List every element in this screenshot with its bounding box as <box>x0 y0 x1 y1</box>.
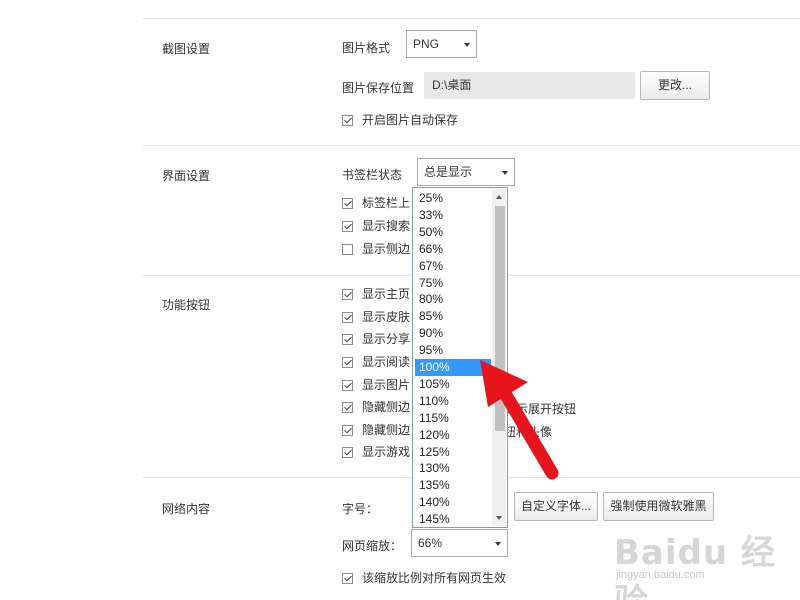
format-value: PNG <box>413 37 440 51</box>
function-option-checkbox[interactable] <box>342 447 353 458</box>
format-select[interactable]: PNG <box>406 30 477 58</box>
divider-1 <box>143 145 800 146</box>
font-size-label: 字号： <box>342 502 379 516</box>
zoom-option[interactable]: 140% <box>415 494 491 511</box>
force-yahei-button[interactable]: 强制使用微软雅黑 <box>603 492 714 521</box>
change-location-button[interactable]: 更改... <box>640 71 710 100</box>
function-option-checkbox[interactable] <box>342 402 353 413</box>
zoom-option[interactable]: 67% <box>415 258 491 275</box>
function-option-label: 显示阅读 <box>362 355 411 369</box>
function-option-label: 显示分享 <box>362 332 411 346</box>
zoom-option[interactable]: 90% <box>415 325 491 342</box>
auto-save-checkbox[interactable] <box>342 115 353 126</box>
zoom-select[interactable]: 66% <box>411 529 508 557</box>
function-option-checkbox[interactable] <box>342 289 353 300</box>
watermark-url: jingyan.baidu.com <box>616 569 705 581</box>
section-title-interface: 界面设置 <box>162 169 211 183</box>
interface-option-label: 显示搜索 <box>362 219 411 233</box>
scroll-down-icon[interactable] <box>496 516 502 520</box>
function-option-label: 显示游戏 <box>362 445 411 459</box>
function-option-checkbox[interactable] <box>342 334 353 345</box>
function-option-label: 隐藏侧边 <box>362 423 411 437</box>
apply-all-label: 该缩放比例对所有网页生效 <box>362 571 507 585</box>
tabbar-status-value: 总是显示 <box>424 165 473 179</box>
auto-save-label: 开启图片自动保存 <box>362 113 459 127</box>
interface-option-checkbox[interactable] <box>342 198 353 209</box>
save-location-label: 图片保存位置 <box>342 81 415 95</box>
interface-option-label: 标签栏上 <box>362 196 411 210</box>
function-option-label: 显示皮肤 <box>362 310 411 324</box>
divider-top <box>143 18 800 19</box>
section-title-screenshot: 截图设置 <box>162 42 211 56</box>
interface-option-checkbox[interactable] <box>342 244 353 255</box>
function-option-checkbox[interactable] <box>342 357 353 368</box>
section-title-network: 网络内容 <box>162 502 211 516</box>
section-title-function-buttons: 功能按钮 <box>162 298 211 312</box>
chevron-down-icon <box>464 43 470 47</box>
zoom-option[interactable]: 25% <box>415 190 491 207</box>
baidu-watermark: Baidu 经验 jingyan.baidu.com <box>614 525 794 600</box>
chevron-down-icon <box>502 171 508 175</box>
scroll-up-icon[interactable] <box>496 195 502 199</box>
tabbar-status-select[interactable]: 总是显示 <box>417 158 515 186</box>
apply-all-checkbox[interactable] <box>342 573 353 584</box>
function-option-label: 显示主页 <box>362 287 411 301</box>
zoom-option[interactable]: 66% <box>415 241 491 258</box>
red-arrow-annotation <box>480 360 559 480</box>
function-option-checkbox[interactable] <box>342 380 353 391</box>
save-location-field[interactable]: D:\桌面 <box>424 72 635 99</box>
watermark-logo: Baidu 经验 <box>614 533 776 600</box>
zoom-option[interactable]: 145% <box>415 511 491 527</box>
zoom-option[interactable]: 75% <box>415 275 491 292</box>
tabbar-status-label: 书签栏状态 <box>342 168 403 182</box>
function-option-label: 隐藏侧边 <box>362 400 411 414</box>
function-option-label: 显示图片 <box>362 378 411 392</box>
zoom-option[interactable]: 33% <box>415 207 491 224</box>
interface-option-label: 显示侧边 <box>362 242 411 256</box>
interface-option-checkbox[interactable] <box>342 221 353 232</box>
zoom-option[interactable]: 50% <box>415 224 491 241</box>
function-option-checkbox[interactable] <box>342 425 353 436</box>
function-option-checkbox[interactable] <box>342 312 353 323</box>
chevron-down-icon <box>495 542 501 546</box>
zoom-option[interactable]: 80% <box>415 291 491 308</box>
custom-font-button[interactable]: 自定义字体... <box>514 492 598 521</box>
zoom-label: 网页缩放： <box>342 539 403 553</box>
zoom-value: 66% <box>418 536 443 550</box>
format-label: 图片格式 <box>342 41 391 55</box>
zoom-option[interactable]: 85% <box>415 308 491 325</box>
